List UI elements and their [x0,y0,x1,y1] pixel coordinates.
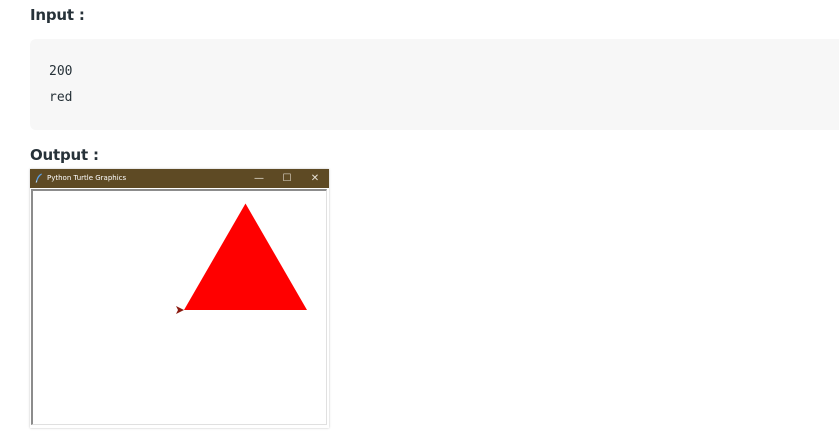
turtle-drawing [176,203,307,314]
minimize-button[interactable]: — [245,169,273,188]
red-triangle [184,203,307,310]
input-line-size: 200 [49,64,73,79]
page: Input : 200 red Output : Python Turtle G… [0,0,839,448]
turtle-cursor-icon [176,306,184,314]
maximize-button[interactable]: ☐ [273,169,301,188]
window-titlebar[interactable]: Python Turtle Graphics — ☐ ✕ [30,169,329,188]
output-heading: Output : [30,146,99,164]
input-heading: Input : [30,6,85,24]
window-title: Python Turtle Graphics [47,174,127,182]
input-line-color: red [49,90,73,105]
input-code-block: 200 red [30,39,839,130]
python-feather-icon [35,173,42,183]
turtle-graphics-window: Python Turtle Graphics — ☐ ✕ [30,169,329,428]
close-button[interactable]: ✕ [301,169,329,188]
turtle-canvas[interactable] [31,189,327,425]
